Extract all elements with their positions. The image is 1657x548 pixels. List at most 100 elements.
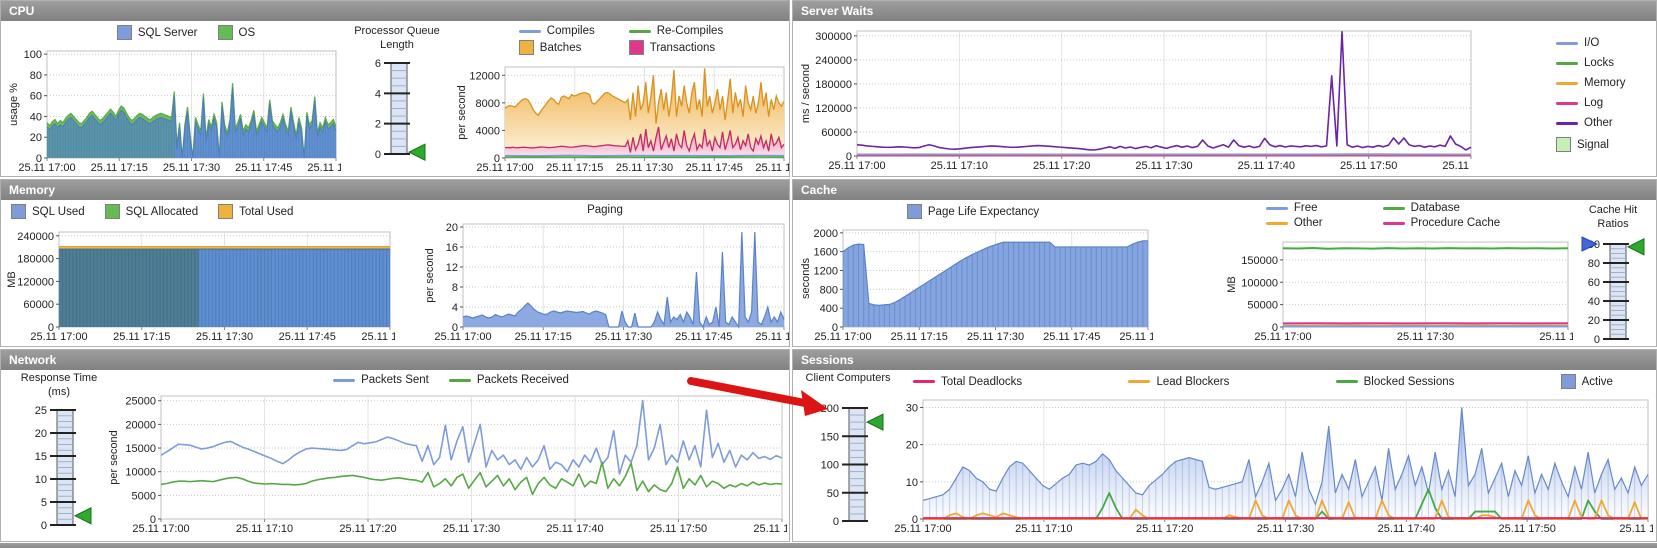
page-life-expectancy-legend: Page Life Expectancy — [813, 204, 1153, 219]
legend-label: SQL Server — [137, 26, 198, 39]
svg-text:25.11 17:20: 25.11 17:20 — [1136, 523, 1193, 535]
legend-item: Total Used — [218, 204, 293, 219]
server-waits-panel-header[interactable]: Server Waits — [793, 1, 1656, 21]
svg-text:25.11 17:15: 25.11 17:15 — [891, 331, 948, 343]
svg-text:16: 16 — [446, 242, 458, 254]
svg-text:25.11 17:40: 25.11 17:40 — [546, 523, 603, 535]
svg-text:240000: 240000 — [17, 231, 54, 243]
svg-text:0: 0 — [375, 149, 381, 161]
legend-swatch — [628, 29, 651, 33]
svg-text:25.11 17:45: 25.11 17:45 — [675, 331, 732, 343]
sessions-legend: Total Deadlocks Lead Blockers Blocked Sess… — [903, 374, 1643, 389]
svg-text:25.11 17:30: 25.11 17:30 — [163, 162, 220, 174]
legend-label: Memory — [1584, 77, 1626, 89]
legend-swatch — [1335, 380, 1358, 383]
legend-swatch — [1556, 137, 1571, 152]
sessions-panel-title: Sessions — [801, 353, 854, 367]
sessions-chart[interactable]: 25.11 17:00 25.11 17:10 25.11 17:20 25.11 1… — [889, 394, 1653, 536]
svg-text:40: 40 — [1588, 296, 1600, 308]
svg-text:0: 0 — [452, 322, 458, 334]
cache-mb-chart[interactable]: 25.11 17:00 25.11 17:30 25.11 18:00 0 50000 1… — [1223, 236, 1573, 344]
legend-label: Blocked Sessions — [1363, 375, 1455, 388]
svg-text:25.11 17:15: 25.11 17:15 — [546, 162, 603, 174]
svg-text:12000: 12000 — [469, 70, 500, 82]
memory-panel: Memory SQL Used SQL Allocated Total Used 2… — [0, 179, 790, 347]
legend-swatch — [518, 29, 541, 33]
legend-item: Memory — [1556, 77, 1626, 89]
svg-text:25.11 17:30: 25.11 17:30 — [1135, 160, 1192, 172]
svg-text:100: 100 — [24, 49, 42, 61]
svg-text:25.11 18:00: 25.11 18:00 — [307, 162, 341, 174]
legend-label: Lead Blockers — [1156, 375, 1230, 388]
svg-text:25.11 17:15: 25.11 17:15 — [113, 331, 170, 343]
legend-label: Re-Compiles — [656, 25, 724, 37]
page-life-expectancy-chart[interactable]: 25.11 17:00 25.11 17:15 25.11 17:30 25.11 1… — [797, 224, 1153, 344]
svg-text:1200: 1200 — [814, 265, 838, 277]
svg-text:5: 5 — [41, 497, 47, 509]
server-waits-panel: Server Waits 25.11 17:00 25.11 17:10 25.11… — [792, 0, 1657, 177]
legend-label: Active — [1581, 375, 1613, 388]
memory-panel-header[interactable]: Memory — [1, 180, 789, 200]
svg-text:25.11 17:50: 25.11 17:50 — [650, 523, 707, 535]
legend-label: Signal — [1577, 138, 1609, 151]
legend-item: Batches — [518, 40, 595, 55]
svg-text:25.11 17:30: 25.11 17:30 — [443, 523, 500, 535]
svg-text:25.11 17:00: 25.11 17:00 — [828, 160, 885, 172]
legend-label: Packets Received — [476, 374, 569, 386]
svg-text:300000: 300000 — [815, 31, 852, 43]
svg-text:25000: 25000 — [125, 396, 156, 408]
legend-swatch — [1382, 206, 1405, 210]
cpu-usage-chart[interactable]: 25.11 17:00 25.11 17:15 25.11 17:30 25.11 1… — [5, 45, 341, 175]
legend-item: Blocked Sessions — [1335, 375, 1455, 388]
svg-text:15: 15 — [35, 451, 47, 463]
svg-text:per second: per second — [108, 430, 120, 484]
svg-text:12: 12 — [446, 262, 458, 274]
svg-text:25.11 18:00: 25.11 18:00 — [1619, 523, 1653, 535]
svg-text:0: 0 — [150, 514, 156, 526]
cpu-per-second-chart[interactable]: 25.11 17:00 25.11 17:15 25.11 17:30 25.11 1… — [453, 61, 789, 175]
cpu-panel-header[interactable]: CPU — [1, 1, 789, 21]
svg-text:25.11 17:00: 25.11 17:00 — [132, 523, 189, 535]
svg-text:25.11 18:00: 25.11 18:00 — [755, 331, 789, 343]
memory-mb-chart[interactable]: 25.11 17:00 25.11 17:15 25.11 17:30 25.11 1… — [3, 226, 395, 344]
legend-item: I/O — [1556, 37, 1599, 49]
svg-text:0: 0 — [846, 151, 852, 163]
svg-text:25.11 17:00: 25.11 17:00 — [1254, 331, 1311, 343]
response-time-gauge-title-line2: (ms) — [48, 385, 70, 398]
legend-swatch — [1556, 41, 1578, 45]
paging-chart-title: Paging — [587, 204, 623, 216]
svg-text:50: 50 — [827, 488, 839, 500]
svg-text:180000: 180000 — [815, 79, 852, 91]
svg-text:80: 80 — [1588, 258, 1600, 270]
svg-text:25.11 17:45: 25.11 17:45 — [1043, 331, 1100, 343]
legend-item: Lead Blockers — [1128, 376, 1229, 388]
legend-label: Free — [1293, 202, 1318, 214]
svg-text:150000: 150000 — [1241, 255, 1278, 267]
legend-item: SQL Used — [11, 204, 85, 219]
memory-legend: SQL Used SQL Allocated Total Used — [11, 204, 431, 219]
legend-item: Compiles — [518, 25, 595, 37]
svg-text:25.11 17:30: 25.11 17:30 — [967, 331, 1024, 343]
legend-item: Packets Sent — [333, 374, 429, 386]
svg-text:20: 20 — [906, 440, 918, 452]
svg-text:per second: per second — [456, 85, 468, 139]
legend-item: OS — [217, 25, 255, 40]
response-time-gauge-title: Response Time (ms) — [7, 372, 111, 400]
server-waits-chart[interactable]: 25.11 17:00 25.11 17:10 25.11 17:20 25.11 1… — [797, 25, 1473, 173]
legend-swatch — [11, 204, 26, 219]
cpu-panel: CPU SQL Server OS 25.11 17:00 25.11 17:15 2… — [0, 0, 790, 177]
sessions-panel-header[interactable]: Sessions — [793, 350, 1656, 370]
legend-label: Total Deadlocks — [941, 375, 1023, 388]
svg-text:per second: per second — [424, 248, 436, 302]
legend-swatch — [906, 204, 922, 219]
svg-text:30: 30 — [906, 402, 918, 414]
network-panel-header[interactable]: Network — [1, 350, 789, 370]
paging-chart[interactable]: 25.11 17:00 25.11 17:15 25.11 17:30 25.11 1… — [421, 218, 789, 344]
svg-text:10: 10 — [906, 477, 918, 489]
svg-text:60: 60 — [1588, 277, 1600, 289]
svg-text:15000: 15000 — [125, 443, 156, 455]
cache-panel-header[interactable]: Cache — [793, 180, 1656, 200]
legend-swatch — [218, 204, 234, 219]
legend-label: SQL Used — [32, 205, 85, 218]
cache-panel-title: Cache — [801, 183, 838, 197]
